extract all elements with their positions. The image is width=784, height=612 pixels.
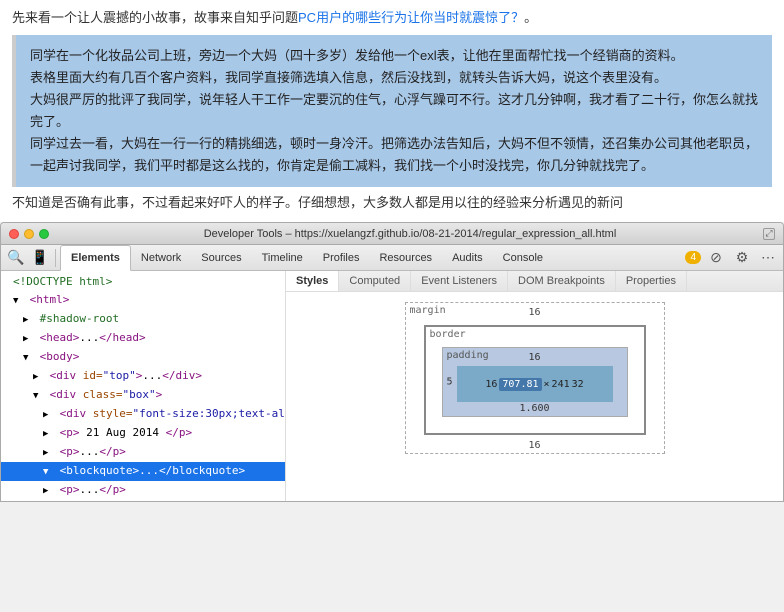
panel-tab-event-listeners[interactable]: Event Listeners <box>411 271 508 291</box>
error-badge: 4 <box>685 251 701 264</box>
panel-tab-dom-breakpoints[interactable]: DOM Breakpoints <box>508 271 616 291</box>
tree-p-date[interactable]: <p> 21 Aug 2014 </p> <box>1 424 285 443</box>
content-times: × <box>544 379 550 390</box>
margin-label: margin <box>410 305 446 316</box>
content-width-value: 707.81 <box>499 378 541 391</box>
tree-shadow-root[interactable]: #shadow-root <box>1 310 285 329</box>
tree-p-2[interactable]: <p>...</p> <box>1 481 285 500</box>
p2-arrow <box>43 483 53 499</box>
elements-tree: <!DOCTYPE html> <html> #shadow-root <hea… <box>1 271 285 501</box>
minimize-button[interactable] <box>24 229 34 239</box>
devtools-titlebar: Developer Tools – https://xuelangzf.gith… <box>1 223 783 245</box>
margin-top-value: 16 <box>528 307 540 318</box>
styles-panel: Styles Computed Event Listeners DOM Brea… <box>286 271 783 501</box>
tree-doctype[interactable]: <!DOCTYPE html> <box>1 273 285 291</box>
console-icon[interactable]: ⊘ <box>705 247 727 269</box>
maximize-button[interactable] <box>39 229 49 239</box>
box-model-area: margin 16 border padding 16 5 <box>286 292 783 464</box>
html-arrow <box>13 293 23 309</box>
tab-network[interactable]: Network <box>131 245 191 271</box>
tab-sources[interactable]: Sources <box>191 245 251 271</box>
devtools-tabs: Elements Network Sources Timeline Profil… <box>60 245 553 271</box>
tab-resources[interactable]: Resources <box>369 245 442 271</box>
close-button[interactable] <box>9 229 19 239</box>
content-right-value: 32 <box>572 379 584 390</box>
box-model: margin 16 border padding 16 5 <box>405 302 665 454</box>
p1-arrow <box>43 445 53 461</box>
blockquote-arrow <box>43 464 53 480</box>
tab-timeline[interactable]: Timeline <box>252 245 313 271</box>
shadow-arrow <box>23 312 33 328</box>
mobile-icon[interactable]: 📱 <box>29 247 51 269</box>
tree-head[interactable]: <head>...</head> <box>1 329 285 348</box>
tab-profiles[interactable]: Profiles <box>313 245 370 271</box>
tree-p-1[interactable]: <p>...</p> <box>1 443 285 462</box>
expand-button[interactable]: ⤢ <box>763 228 775 240</box>
tree-div-style[interactable]: <div style="font-size:30px;text-al... ce… <box>1 405 285 424</box>
more-icon[interactable]: ⋯ <box>757 247 779 269</box>
blockquote: 同学在一个化妆品公司上班，旁边一个大妈（四十多岁）发给他一个exl表，让他在里面… <box>12 35 772 188</box>
zhihu-link[interactable]: PC用户的哪些行为让你当时就震惊了？ <box>298 10 524 25</box>
blockquote-line-4: 同学过去一看，大妈在一行一行的精挑细选，顿时一身冷汗。把筛选办法告知后，大妈不但… <box>30 133 758 177</box>
tree-blockquote[interactable]: <blockquote>...</blockquote> <box>1 462 285 481</box>
border-label: border <box>430 329 466 340</box>
blockquote-line-3: 大妈很严厉的批评了我同学，说年轻人干工作一定要沉的住气，心浮气躁可不行。这才几分… <box>30 89 758 133</box>
padding-bottom-value: 1.600 <box>519 403 549 414</box>
search-icon[interactable]: 🔍 <box>5 247 27 269</box>
intro-end: 。 <box>524 10 537 25</box>
tab-console[interactable]: Console <box>493 245 553 271</box>
devtools-window: Developer Tools – https://xuelangzf.gith… <box>0 222 784 502</box>
content-left-value: 16 <box>485 379 497 390</box>
content-box: 16 707.81 × 241 32 <box>457 366 613 402</box>
blockquote-line-2: 表格里面大约有几百个客户资料，我同学直接筛选填入信息，然后没找到，就转头告诉大妈… <box>30 67 758 89</box>
window-controls <box>9 229 49 239</box>
tab-audits[interactable]: Audits <box>442 245 493 271</box>
padding-label: padding <box>447 350 489 361</box>
panel-tab-styles[interactable]: Styles <box>286 271 339 291</box>
panel-tab-properties[interactable]: Properties <box>616 271 687 291</box>
toolbar-separator <box>55 249 56 267</box>
settings-icon[interactable]: ⚙ <box>731 247 753 269</box>
toolbar-right: 4 ⊘ ⚙ ⋯ <box>685 247 779 269</box>
devtools-body: <!DOCTYPE html> <html> #shadow-root <hea… <box>1 271 783 501</box>
content-height-value: 241 <box>552 379 570 390</box>
doctype-text: <!DOCTYPE html> <box>13 275 112 288</box>
tree-html[interactable]: <html> <box>1 291 285 310</box>
devtools-toolbar: 🔍 📱 Elements Network Sources Timeline Pr… <box>1 245 783 271</box>
tree-body[interactable]: <body> <box>1 348 285 367</box>
panel-tabs: Styles Computed Event Listeners DOM Brea… <box>286 271 783 292</box>
border-box: border padding 16 5 16 707.81 × <box>424 325 646 435</box>
padding-top-value: 16 <box>528 352 540 363</box>
body-arrow <box>23 350 33 366</box>
padding-box: padding 16 5 16 707.81 × 241 32 <box>442 347 628 417</box>
tab-elements[interactable]: Elements <box>60 245 131 271</box>
margin-box: margin 16 border padding 16 5 <box>405 302 665 454</box>
div-top-arrow <box>33 369 43 385</box>
tree-div-top[interactable]: <div id="top">...</div> <box>1 367 285 386</box>
head-arrow <box>23 331 33 347</box>
margin-bottom-value: 16 <box>528 440 540 451</box>
elements-panel: <!DOCTYPE html> <html> #shadow-root <hea… <box>1 271 286 501</box>
intro-text: 先来看一个让人震撼的小故事，故事来自知乎问题 <box>12 10 298 25</box>
blockquote-line-1: 同学在一个化妆品公司上班，旁边一个大妈（四十多岁）发给他一个exl表，让他在里面… <box>30 45 758 67</box>
tree-p-3[interactable]: <p>...</p> <box>1 500 285 501</box>
left-padding-value: 5 <box>447 377 453 388</box>
window-title: Developer Tools – https://xuelangzf.gith… <box>57 228 763 240</box>
div-box-arrow <box>33 388 43 404</box>
panel-tab-computed[interactable]: Computed <box>339 271 411 291</box>
page-content: 先来看一个让人震撼的小故事，故事来自知乎问题PC用户的哪些行为让你当时就震惊了？… <box>0 0 784 222</box>
second-paragraph: 不知道是否确有此事，不过看起来好吓人的样子。仔细想想，大多数人都是用以往的经验来… <box>12 193 772 214</box>
tree-div-box[interactable]: <div class="box"> <box>1 386 285 405</box>
p-date-arrow <box>43 426 53 442</box>
div-style-arrow <box>43 407 53 423</box>
